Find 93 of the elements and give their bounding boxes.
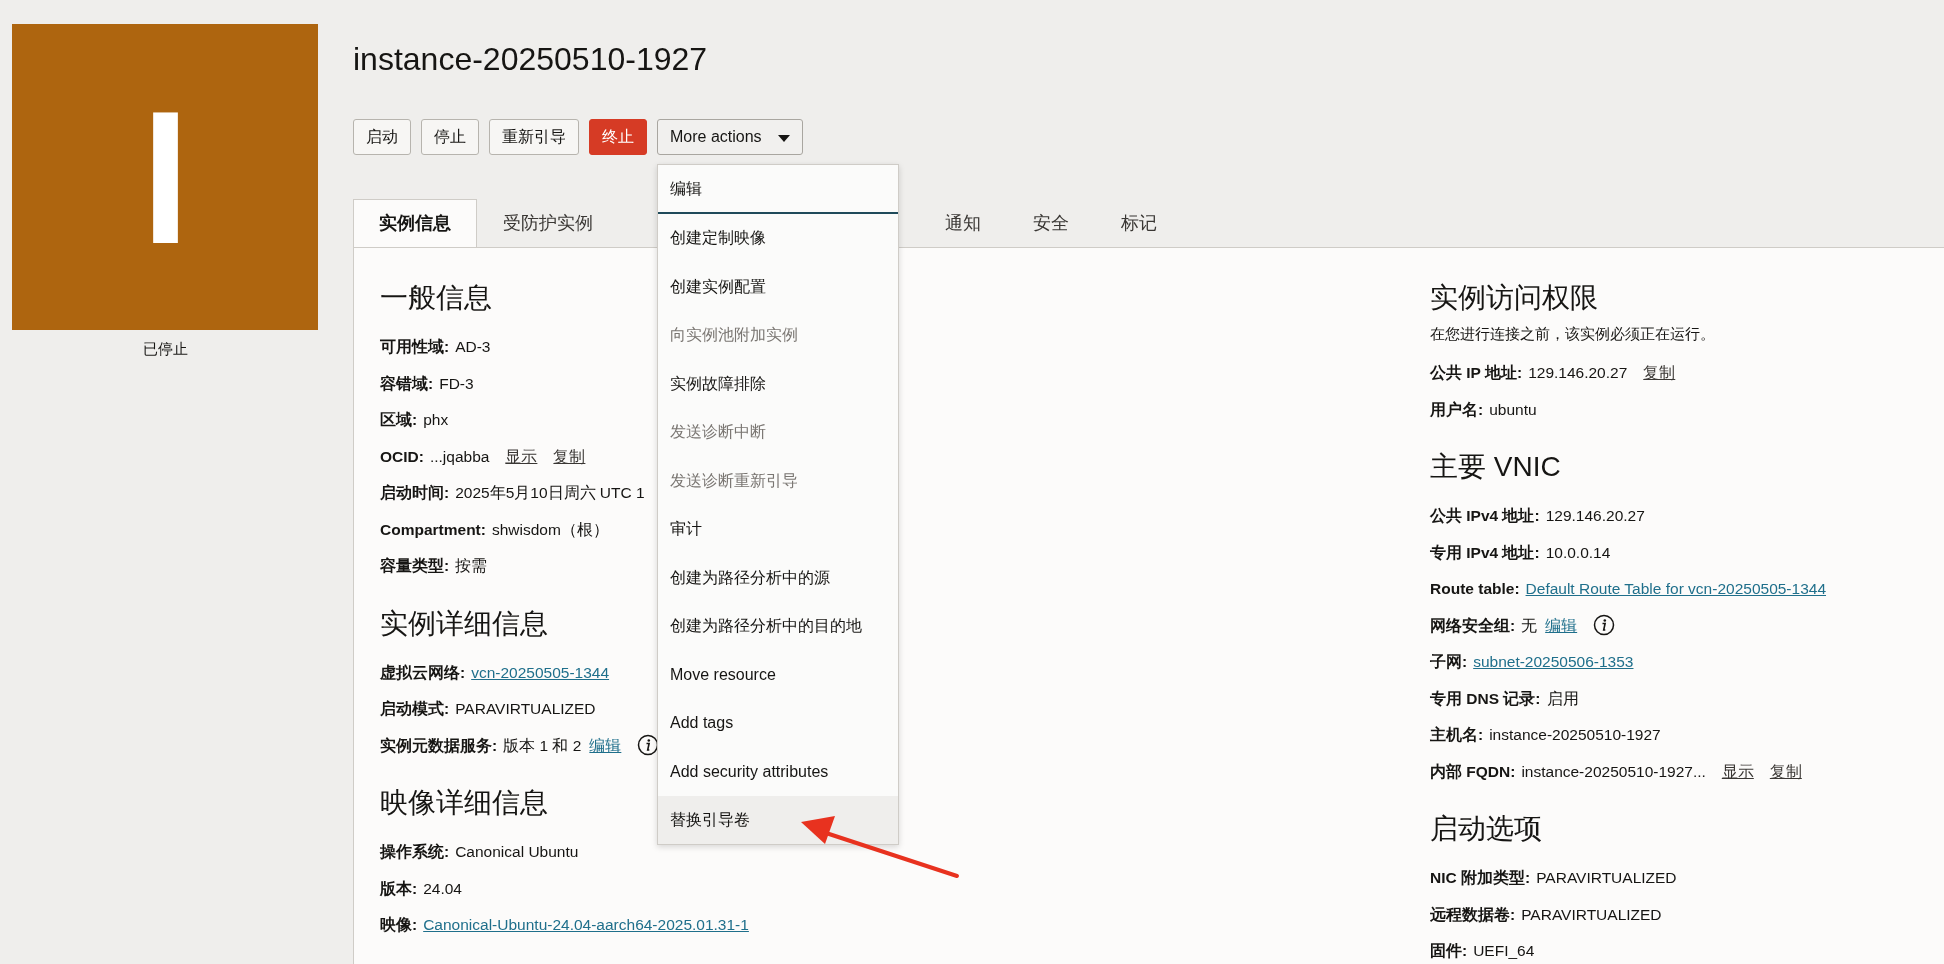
link[interactable]: vcn-20250505-1344 <box>471 660 610 684</box>
field-label: 公共 IPv4 地址: <box>1430 506 1540 526</box>
section-heading: 映像详细信息 <box>380 786 548 821</box>
section-heading: 一般信息 <box>380 281 492 316</box>
menu-item[interactable]: Add tags <box>658 698 898 748</box>
field-label: 固件: <box>1430 941 1468 961</box>
tab[interactable]: 通知 <box>919 199 1007 248</box>
avatar-letter: I <box>141 82 189 272</box>
action-button[interactable]: 停止 <box>421 119 479 156</box>
field-label: 区域: <box>380 410 418 430</box>
field-label: 启动模式: <box>380 699 450 719</box>
text-link[interactable]: 复制 <box>1769 759 1802 783</box>
section-heading: 实例访问权限 <box>1430 281 1598 316</box>
field-label: 映像: <box>380 915 418 935</box>
field-value: PARAVIRTUALIZED <box>455 699 596 719</box>
field-value: 2025年5月10日周六 UTC 1 <box>455 483 645 503</box>
field-label: Compartment: <box>380 519 486 540</box>
section-heading: 启动选项 <box>1430 812 1542 847</box>
tab[interactable]: 安全 <box>1007 199 1095 248</box>
field-value: PARAVIRTUALIZED <box>1521 904 1662 925</box>
menu-item[interactable]: 编辑 <box>658 165 898 214</box>
field-value: phx <box>423 410 449 430</box>
menu-item[interactable]: Add security attributes <box>658 747 898 796</box>
field-value: ubuntu <box>1489 399 1537 420</box>
menu-item[interactable]: 替换引导卷 <box>658 795 898 845</box>
tab[interactable]: 实例信息 <box>353 199 477 248</box>
field-value: 按需 <box>455 556 488 576</box>
section-heading: 实例详细信息 <box>380 606 548 641</box>
menu-item[interactable]: 创建定制映像 <box>658 213 898 263</box>
field-label: 公共 IP 地址: <box>1430 363 1523 383</box>
field-value: ...jqabba <box>429 446 490 467</box>
caret-icon <box>777 134 790 142</box>
field-value: 129.146.20.27 <box>1528 363 1628 383</box>
menu-item[interactable]: 创建实例配置 <box>658 262 898 311</box>
link[interactable]: subnet-20250506-1353 <box>1473 650 1634 674</box>
field-value: 129.146.20.27 <box>1545 506 1645 526</box>
tab[interactable]: 标记 <box>1095 199 1183 248</box>
field-label: OCID: <box>380 446 424 467</box>
dropdown-button[interactable]: More actions <box>657 119 803 156</box>
field-value: 10.0.0.14 <box>1545 542 1611 563</box>
field-value: AD-3 <box>455 337 491 357</box>
field-label: 容量类型: <box>380 556 450 576</box>
info-icon[interactable] <box>637 734 660 757</box>
action-button[interactable]: 重新引导 <box>489 119 579 156</box>
link[interactable]: Default Route Table for vcn-20250505-1344 <box>1525 577 1826 601</box>
field-label: 启动时间: <box>380 483 450 503</box>
field-label: 主机名: <box>1430 725 1484 745</box>
field-value: UEFI_64 <box>1473 941 1535 961</box>
field-label: 可用性域: <box>380 337 450 357</box>
menu-item[interactable]: 创建为路径分析中的源 <box>658 553 898 602</box>
field-value: 24.04 <box>423 878 462 899</box>
field-value: shwisdom（根） <box>491 519 609 540</box>
menu-item[interactable]: 审计 <box>658 504 898 554</box>
menu-item[interactable]: 创建为路径分析中的目的地 <box>658 601 898 651</box>
link[interactable]: 编辑 <box>1545 613 1578 637</box>
info-icon[interactable] <box>1593 614 1616 637</box>
field-label: 容错域: <box>380 373 434 394</box>
field-label: 远程数据卷: <box>1430 904 1516 925</box>
text-link[interactable]: 显示 <box>1721 759 1754 783</box>
terminate-button[interactable]: 终止 <box>589 119 647 156</box>
field-label: 用户名: <box>1430 399 1484 420</box>
field-label: Route table: <box>1430 579 1520 599</box>
field-value: 启用 <box>1546 688 1579 709</box>
menu-item[interactable]: Move resource <box>658 650 898 699</box>
text-link[interactable]: 显示 <box>505 444 538 468</box>
field-label: 版本: <box>380 878 418 899</box>
action-button[interactable]: 启动 <box>353 119 411 156</box>
field-label: 虚拟云网络: <box>380 662 466 683</box>
field-value: PARAVIRTUALIZED <box>1536 868 1677 888</box>
status-label: 已停止 <box>141 339 189 359</box>
field-label: 操作系统: <box>380 842 450 862</box>
tab[interactable]: 受防护实例 <box>477 199 619 248</box>
field-value: 版本 1 和 2 <box>503 735 582 756</box>
field-label: 专用 DNS 记录: <box>1430 688 1541 709</box>
page-title: instance-20250510-1927 <box>353 40 709 79</box>
text-link[interactable]: 复制 <box>1643 361 1676 385</box>
field-value: 无 <box>1521 615 1538 636</box>
field-label: 内部 FQDN: <box>1430 761 1516 782</box>
field-value: instance-20250510-1927... <box>1521 761 1706 782</box>
link[interactable]: Canonical-Ubuntu-24.04-aarch64-2025.01.31-1 <box>423 913 749 937</box>
field-label: 子网: <box>1430 652 1468 672</box>
link[interactable]: 编辑 <box>589 733 622 757</box>
menu-item[interactable]: 实例故障排除 <box>658 359 898 408</box>
field-value: Canonical Ubuntu <box>455 842 579 862</box>
field-value: instance-20250510-1927 <box>1489 725 1661 745</box>
field-label: 网络安全组: <box>1430 615 1516 636</box>
field-label: 专用 IPv4 地址: <box>1430 542 1540 563</box>
text-link[interactable]: 复制 <box>553 444 586 468</box>
section-heading: 主要 VNIC <box>1430 450 1561 485</box>
field-label: 实例元数据服务: <box>380 735 498 756</box>
field-label: NIC 附加类型: <box>1430 868 1531 888</box>
section-note: 在您进行连接之前，该实例必须正在运行。 <box>1430 324 1716 345</box>
field-value: FD-3 <box>439 373 474 394</box>
